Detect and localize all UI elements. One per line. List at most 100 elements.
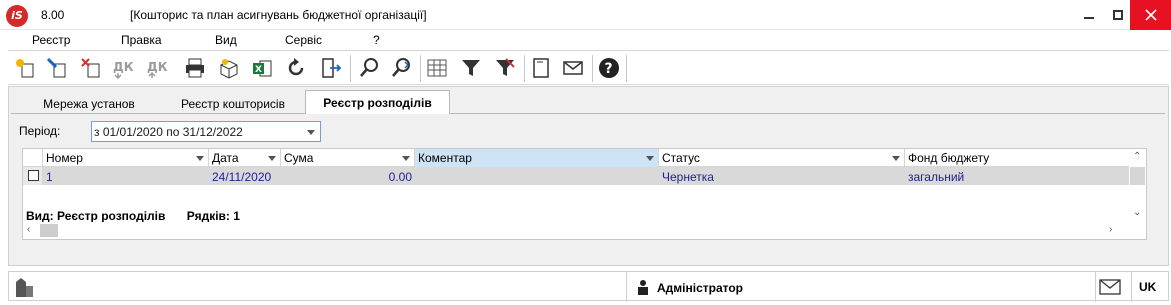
maximize-icon — [1113, 10, 1123, 20]
search-next-button[interactable] — [388, 55, 414, 81]
column-status[interactable]: Статус — [659, 149, 905, 167]
toolbar: ДК ДК X ? — [8, 50, 1169, 85]
current-user: Адміністратор — [657, 281, 744, 295]
close-button[interactable] — [1130, 0, 1171, 30]
debit-credit-2-button[interactable]: ДК — [146, 55, 172, 81]
tab-institutions[interactable]: Мережа установ — [29, 93, 149, 114]
menu-view[interactable]: Вид — [215, 33, 237, 47]
table-row[interactable]: 1 24/11/2020 0.00 Чернетка загальний — [23, 167, 1130, 185]
exit-icon — [322, 58, 342, 78]
scroll-left-icon[interactable]: ‹ — [27, 224, 30, 235]
sort-icon — [268, 156, 276, 161]
cell-comment — [415, 167, 659, 185]
distributions-panel: Період: з 01/01/2020 по 31/12/2022 Номер… — [11, 114, 1165, 264]
svg-text:ДК: ДК — [147, 60, 168, 74]
print-icon — [186, 58, 204, 78]
search-next-icon — [392, 58, 410, 77]
distributions-table: Номер Дата Сума Коментар Статус Фонд бюд… — [22, 148, 1147, 240]
minimize-icon — [1084, 17, 1094, 19]
user-icon — [638, 280, 648, 295]
table-header: Номер Дата Сума Коментар Статус Фонд бюд… — [23, 149, 1130, 167]
cell-number: 1 — [46, 170, 53, 184]
app-version: 8.00 — [41, 8, 65, 22]
column-fund[interactable]: Фонд бюджету — [905, 149, 1130, 167]
window-title: [Кошторис та план асигнувань бюджетної о… — [130, 8, 427, 22]
menu-bar: Реєстр Правка Вид Сервіс ? — [0, 30, 1171, 50]
sort-icon — [402, 156, 410, 161]
tab-strip: Мережа установ Реєстр кошторисів Реєстр … — [11, 89, 1165, 115]
table-footer: Вид: Реєстр розподілів Рядків: 1 — [26, 209, 240, 223]
search-button[interactable] — [356, 55, 382, 81]
debit-credit-icon: ДК — [113, 60, 134, 79]
minimize-button[interactable] — [1074, 0, 1104, 30]
mail-status-icon[interactable] — [1099, 279, 1121, 295]
horizontal-scrollbar[interactable]: ‹ › — [23, 222, 1130, 239]
cell-date: 24/11/2020 — [212, 170, 272, 184]
sort-icon — [646, 156, 654, 161]
filter-icon — [462, 60, 480, 76]
language-indicator[interactable]: UK — [1139, 280, 1156, 294]
maximize-button[interactable] — [1103, 0, 1133, 30]
tab-estimates[interactable]: Реєстр кошторисів — [169, 93, 297, 114]
chevron-down-icon — [307, 130, 315, 135]
notes-button[interactable] — [528, 55, 554, 81]
cell-fund: загальний — [908, 170, 965, 184]
mail-button[interactable] — [560, 55, 586, 81]
scroll-up-icon[interactable]: ⌃ — [1133, 151, 1141, 162]
new-icon — [16, 59, 34, 78]
row-count: Рядків: 1 — [186, 209, 240, 223]
title-bar: iS 8.00 [Кошторис та план асигнувань бюд… — [0, 0, 1171, 30]
cell-status: Чернетка — [662, 170, 714, 184]
content-area: Мережа установ Реєстр кошторисів Реєстр … — [8, 86, 1169, 266]
column-number[interactable]: Номер — [43, 149, 209, 167]
row-checkbox[interactable] — [28, 170, 39, 181]
grid-button[interactable] — [424, 55, 450, 81]
vertical-scroll-thumb[interactable] — [1130, 167, 1145, 185]
help-icon: ? — [599, 58, 619, 78]
clear-filter-button[interactable] — [492, 55, 518, 81]
menu-registry[interactable]: Реєстр — [32, 33, 70, 47]
svg-text:?: ? — [605, 61, 613, 77]
period-label: Період: — [19, 124, 61, 138]
close-icon — [1144, 9, 1157, 21]
refresh-icon — [288, 58, 304, 76]
help-button[interactable]: ? — [596, 55, 622, 81]
row-marker — [23, 167, 43, 185]
horizontal-scroll-thumb[interactable] — [40, 224, 58, 237]
excel-icon: X — [253, 60, 272, 77]
vertical-scrollbar[interactable]: ⌃ ⌄ — [1129, 149, 1146, 223]
edit-button[interactable] — [44, 55, 70, 81]
debit-credit-2-icon: ДК — [147, 60, 168, 78]
sort-icon — [892, 156, 900, 161]
svg-text:ДК: ДК — [113, 60, 134, 74]
filter-button[interactable] — [458, 55, 484, 81]
tab-distributions[interactable]: Реєстр розподілів — [305, 90, 450, 115]
notes-icon — [533, 58, 549, 78]
view-name: Вид: Реєстр розподілів — [26, 209, 166, 223]
column-selector — [23, 149, 43, 167]
column-date[interactable]: Дата — [209, 149, 281, 167]
mail-icon — [563, 61, 583, 75]
exit-button[interactable] — [318, 55, 344, 81]
scroll-right-icon[interactable]: › — [1109, 224, 1112, 235]
menu-help[interactable]: ? — [373, 33, 380, 47]
debit-credit-button[interactable]: ДК — [112, 55, 138, 81]
print-button[interactable] — [182, 55, 208, 81]
sort-icon — [196, 156, 204, 161]
period-value: з 01/01/2020 по 31/12/2022 — [94, 125, 243, 139]
delete-button[interactable] — [78, 55, 104, 81]
edit-icon — [46, 57, 66, 78]
menu-edit[interactable]: Правка — [121, 33, 162, 47]
scroll-down-icon[interactable]: ⌄ — [1133, 207, 1141, 218]
column-comment[interactable]: Коментар — [415, 149, 659, 167]
organization-icon — [16, 278, 33, 297]
new-button[interactable] — [12, 55, 38, 81]
svg-text:X: X — [255, 65, 262, 75]
menu-service[interactable]: Сервіс — [285, 33, 322, 47]
package-icon — [220, 59, 238, 79]
package-button[interactable] — [216, 55, 242, 81]
excel-button[interactable]: X — [249, 55, 275, 81]
period-select[interactable]: з 01/01/2020 по 31/12/2022 — [91, 121, 321, 142]
column-sum[interactable]: Сума — [281, 149, 415, 167]
refresh-button[interactable] — [283, 55, 309, 81]
